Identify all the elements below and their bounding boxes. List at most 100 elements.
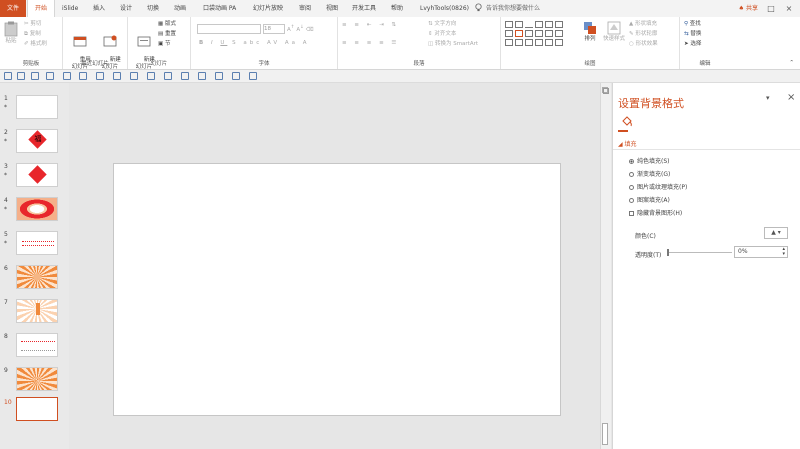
dots-decoration (22, 241, 54, 246)
transparency-slider-thumb[interactable] (667, 249, 669, 256)
current-slide[interactable] (113, 163, 561, 416)
tab-insert[interactable]: 插入 (93, 0, 105, 17)
replace-label: 替换 (690, 31, 702, 37)
copy-button[interactable]: ⧉ 复制 (24, 30, 41, 38)
solid-fill-option[interactable]: 纯色填充(S) (629, 156, 670, 165)
tab-slideshow[interactable]: 幻灯片放映 (253, 0, 283, 17)
rotate-icon[interactable] (198, 72, 206, 80)
pattern-fill-option[interactable]: 图案填充(A) (629, 195, 670, 204)
close-icon[interactable]: × (782, 0, 796, 17)
collapse-ribbon-icon[interactable]: ⌃ (789, 59, 794, 67)
tab-view[interactable]: 视图 (326, 0, 338, 17)
slide-thumbnail-10[interactable] (16, 397, 58, 421)
tab-developer[interactable]: 开发工具 (352, 0, 376, 17)
shape-fill-button[interactable]: ▲ 形状填充 (629, 20, 657, 28)
shapes-gallery[interactable] (505, 21, 565, 48)
arrange-button[interactable]: 排列 (579, 21, 601, 43)
slide-thumbnail-pane[interactable]: 1 * 2 * 福 3 * 4 * 5 * 6 7 8 9 10 (0, 83, 69, 449)
tab-islide[interactable]: iSlide (62, 0, 78, 17)
pane-close-icon[interactable]: × (787, 92, 795, 103)
restore-icon[interactable]: □ (764, 0, 778, 17)
font-name-field[interactable] (197, 24, 261, 34)
undo-icon[interactable] (79, 72, 87, 80)
section-button[interactable]: ▣ 节 (158, 40, 170, 48)
slide-thumbnail-9[interactable] (16, 367, 58, 391)
format-painter-button[interactable]: ✐ 格式刷 (24, 40, 47, 48)
scroll-thumb[interactable] (602, 423, 608, 445)
play-icon[interactable] (46, 72, 54, 80)
quick-styles-button[interactable]: 快速样式 (601, 21, 627, 43)
text-box-icon[interactable] (232, 72, 240, 80)
select-pane-icon[interactable] (130, 72, 138, 80)
group-icon[interactable] (164, 72, 172, 80)
hide-background-graphics-checkbox[interactable]: 隐藏背景图形(H) (629, 208, 682, 217)
tab-animations[interactable]: 动画 (174, 0, 186, 17)
format-painter-icon[interactable] (4, 72, 12, 80)
font-grow-shrink[interactable]: A↑ A↓ ⌫ (287, 24, 314, 34)
slide-editing-area[interactable] (70, 83, 600, 449)
tab-review[interactable]: 审阅 (299, 0, 311, 17)
pane-options-dropdown-icon[interactable]: ▾ (766, 94, 770, 102)
gradient-fill-option[interactable]: 渐变填充(G) (629, 169, 670, 178)
transparency-input[interactable]: 0% ▴ ▾ (734, 246, 788, 258)
tab-pocket-animation[interactable]: 口袋动画 PA (203, 0, 236, 17)
brush-icon: ✐ (24, 41, 29, 47)
text-direction-button[interactable]: ⇅ 文字方向 (428, 20, 456, 28)
crop-icon[interactable] (215, 72, 223, 80)
slide-thumbnail-5[interactable] (16, 231, 58, 255)
shape-icon[interactable] (17, 72, 25, 80)
layout-button[interactable]: ▦ 版式 (158, 20, 176, 28)
fill-section-header[interactable]: ◢ 填充 (618, 139, 637, 148)
vertical-scrollbar[interactable] (600, 83, 611, 449)
tab-home[interactable]: 开始 (27, 0, 55, 18)
fill-bucket-icon[interactable] (621, 115, 633, 127)
font-style-buttons[interactable]: B I U S abc AV Aa A (199, 39, 310, 47)
picture-texture-fill-option[interactable]: 图片或纹理填充(P) (629, 182, 687, 191)
eraser-icon[interactable] (31, 72, 39, 80)
slide-thumbnail-2[interactable]: 福 (16, 129, 58, 153)
pane-title: 设置背景格式 (618, 97, 684, 110)
align-icon[interactable] (181, 72, 189, 80)
shape-outline-button[interactable]: ✎ 形状轮廓 (629, 30, 657, 38)
animation-star: * (4, 240, 7, 247)
slide-thumbnail-3[interactable] (16, 163, 58, 187)
select-button[interactable]: ➤ 选择 (684, 40, 701, 48)
replace-button[interactable]: ⇆ 替换 (684, 30, 701, 38)
spinner-icon[interactable]: ▴ ▾ (782, 247, 785, 257)
tab-help[interactable]: 帮助 (391, 0, 403, 17)
duplicate-icon[interactable] (147, 72, 155, 80)
save-icon[interactable] (63, 72, 71, 80)
font-size-field[interactable]: 18 (263, 24, 285, 34)
thumb-number: 4 (4, 197, 8, 204)
pane-collapse-icon[interactable] (603, 88, 609, 94)
text-direction-label: 文字方向 (434, 21, 457, 27)
image-icon[interactable] (96, 72, 104, 80)
color-picker-button[interactable]: ▲ ▾ (764, 227, 788, 239)
slide-thumbnail-8[interactable] (16, 333, 58, 357)
more-icon[interactable] (249, 72, 257, 80)
replace-icon: ⇆ (684, 31, 689, 37)
align-text-button[interactable]: ⇕ 对齐文本 (428, 30, 456, 38)
paste-button[interactable]: 粘贴 (2, 21, 20, 45)
share-button[interactable]: ♠ 共享 (739, 0, 758, 17)
slide-thumbnail-6[interactable] (16, 265, 58, 289)
find-button[interactable]: ⚲ 查找 (684, 20, 701, 28)
tab-transitions[interactable]: 切换 (147, 0, 159, 17)
shape-effects-button[interactable]: ○ 形状效果 (629, 40, 658, 48)
tab-lvyhtools[interactable]: LvyhTools(0826) (420, 0, 469, 17)
align-buttons[interactable]: ≡ ≡ ≡ ≡ ☰ (342, 39, 399, 47)
cut-button[interactable]: ✂ 剪切 (24, 20, 41, 28)
slide-thumbnail-4[interactable] (16, 197, 58, 221)
smartart-button[interactable]: ◫ 转换为 SmartArt (428, 40, 478, 48)
list-buttons[interactable]: ≡ ≡ ⇤ ⇥ ⇅ (342, 21, 399, 29)
transparency-slider-track[interactable] (668, 252, 732, 253)
tell-me-search[interactable]: 告诉我你想要做什么 (486, 0, 540, 17)
arrange-icon (584, 22, 596, 34)
present-icon[interactable] (113, 72, 121, 80)
slide-thumbnail-7[interactable] (16, 299, 58, 323)
slide-thumbnail-1[interactable] (16, 95, 58, 119)
tab-file[interactable]: 文件 (0, 0, 26, 17)
tab-design[interactable]: 设计 (120, 0, 132, 17)
reset-button[interactable]: ▤ 重置 (158, 30, 176, 38)
cursor-icon: ➤ (684, 41, 689, 47)
